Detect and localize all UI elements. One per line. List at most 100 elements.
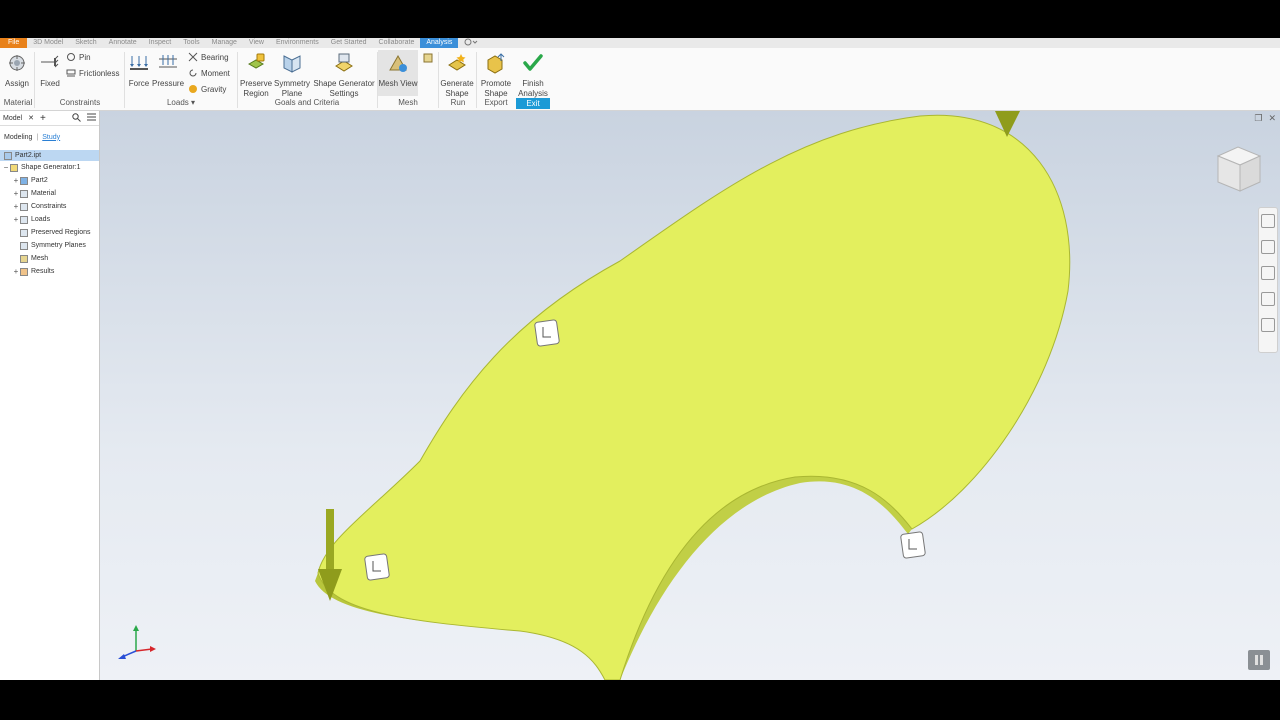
expand-icon[interactable]: +	[12, 215, 20, 224]
search-icon[interactable]	[72, 112, 81, 124]
promote-shape-label-1: Promote	[480, 79, 512, 88]
zoom-icon[interactable]	[1261, 266, 1275, 280]
generate-shape-button[interactable]: Generate Shape	[440, 52, 474, 99]
mesh-view-button[interactable]: Mesh View	[378, 50, 418, 96]
fixed-constraint-glyph-icon[interactable]	[364, 553, 390, 581]
tab-environments[interactable]: Environments	[270, 38, 325, 48]
shape-generator-settings-button[interactable]: Shape Generator Settings	[312, 52, 376, 99]
mesh-settings-button[interactable]	[423, 53, 436, 63]
moment-label: Moment	[201, 68, 230, 78]
graphics-viewport[interactable]: ❐ ✕	[100, 111, 1280, 680]
tab-collaborate[interactable]: Collaborate	[373, 38, 421, 48]
tree-item-symmetry-planes[interactable]: Symmetry Planes	[0, 239, 99, 252]
tab-view[interactable]: View	[243, 38, 270, 48]
mesh-view-icon	[389, 54, 407, 72]
pan-icon[interactable]	[1261, 240, 1275, 254]
expand-icon[interactable]: +	[12, 176, 20, 185]
quick-access-dropdown-icon[interactable]	[458, 38, 484, 48]
moment-button[interactable]: Moment	[188, 68, 230, 78]
pin-label: Pin	[79, 52, 91, 62]
panel-label-constraints: Constraints	[59, 98, 101, 107]
tab-modeling[interactable]: Modeling	[4, 134, 32, 141]
ribbon-separator	[438, 52, 439, 108]
tree-root-part[interactable]: Part2.ipt	[0, 150, 99, 161]
tree-item-shape-generator[interactable]: − Shape Generator:1	[0, 161, 99, 174]
panel-label-exit: Exit	[516, 98, 550, 109]
tab-separator: |	[36, 133, 39, 141]
part-model[interactable]	[100, 111, 1280, 680]
tab-sketch[interactable]: Sketch	[69, 38, 102, 48]
tab-tools[interactable]: Tools	[177, 38, 205, 48]
tree-item-label: Preserved Regions	[31, 229, 91, 236]
part-face[interactable]	[317, 114, 1071, 680]
orbit-icon[interactable]	[1261, 292, 1275, 306]
material-icon	[20, 189, 28, 198]
tree-item-label: Results	[31, 268, 55, 275]
part-icon	[20, 176, 28, 185]
generate-shape-label-1: Generate	[440, 79, 474, 88]
tab-study[interactable]: Study	[42, 134, 60, 141]
tab-annotate[interactable]: Annotate	[103, 38, 143, 48]
force-icon	[130, 56, 148, 70]
moment-icon	[189, 69, 197, 77]
fixed-label: Fixed	[40, 79, 60, 88]
gravity-button[interactable]: Gravity	[188, 84, 226, 94]
bearing-icon	[188, 52, 198, 62]
tree-item-part2[interactable]: + Part2	[0, 174, 99, 187]
constraints-icon	[20, 202, 28, 211]
fixed-button[interactable]: Fixed	[37, 52, 63, 89]
tab-3d-model[interactable]: 3D Model	[27, 38, 69, 48]
tree-item-label: Loads	[31, 216, 51, 223]
panel-label-loads[interactable]: Loads ▾	[126, 98, 236, 107]
force-button[interactable]: Force	[127, 52, 151, 89]
promote-shape-icon	[487, 53, 505, 74]
promote-shape-button[interactable]: Promote Shape	[478, 52, 514, 99]
inventor-window: File 3D Model Sketch Annotate Inspect To…	[0, 38, 1280, 680]
results-icon	[20, 267, 28, 276]
look-at-icon[interactable]	[1261, 318, 1275, 332]
part-file-icon	[4, 151, 12, 160]
tab-analysis[interactable]: Analysis	[420, 38, 459, 48]
expand-icon[interactable]: +	[12, 202, 20, 211]
restore-icon[interactable]: ❐	[1254, 113, 1262, 124]
pressure-icon	[159, 55, 177, 68]
tree-item-results[interactable]: + Results	[0, 265, 99, 278]
close-icon[interactable]: ✕	[28, 114, 34, 122]
tree-item-material[interactable]: + Material	[0, 187, 99, 200]
panel-label-material: Material	[3, 98, 33, 107]
bearing-button[interactable]: Bearing	[188, 52, 229, 62]
symmetry-plane-button[interactable]: Symmetry Plane	[274, 52, 310, 99]
finish-analysis-button[interactable]: Finish Analysis	[516, 52, 550, 99]
tree-root-label: Part2.ipt	[15, 152, 42, 159]
tree-item-mesh[interactable]: Mesh	[0, 252, 99, 265]
menu-icon[interactable]	[87, 113, 96, 123]
tab-manage[interactable]: Manage	[206, 38, 243, 48]
preserve-region-button[interactable]: Preserve Region	[240, 52, 272, 99]
collapse-icon[interactable]: −	[2, 163, 10, 172]
steering-wheel-icon[interactable]	[1261, 214, 1275, 228]
expand-icon[interactable]: +	[12, 267, 20, 276]
close-icon[interactable]: ✕	[1268, 113, 1276, 124]
pressure-button[interactable]: Pressure	[152, 52, 184, 89]
symmetry-plane-icon	[283, 55, 301, 73]
tab-file[interactable]: File	[0, 38, 28, 48]
tab-inspect[interactable]: Inspect	[143, 38, 178, 48]
fixed-constraint-glyph-icon[interactable]	[534, 319, 560, 347]
panel-label-export: Export	[484, 98, 508, 107]
tree-item-constraints[interactable]: + Constraints	[0, 200, 99, 213]
pin-button[interactable]: Pin	[66, 52, 91, 62]
tab-get-started[interactable]: Get Started	[325, 38, 373, 48]
coordinate-triad-icon	[118, 625, 156, 659]
assign-button[interactable]: Assign	[3, 52, 31, 89]
add-tab-icon[interactable]: +	[40, 113, 46, 124]
tree-item-loads[interactable]: + Loads	[0, 213, 99, 226]
expand-icon[interactable]: +	[12, 189, 20, 198]
preserved-regions-icon	[20, 228, 28, 237]
tree-item-preserved-regions[interactable]: Preserved Regions	[0, 226, 99, 239]
view-cube-icon[interactable]	[1216, 146, 1262, 192]
frictionless-button[interactable]: Frictionless	[66, 68, 119, 78]
pressure-label: Pressure	[152, 79, 185, 88]
browser-tabs: Modeling | Study	[0, 130, 99, 144]
pause-icon[interactable]	[1248, 650, 1270, 670]
fixed-constraint-glyph-icon[interactable]	[900, 531, 926, 559]
